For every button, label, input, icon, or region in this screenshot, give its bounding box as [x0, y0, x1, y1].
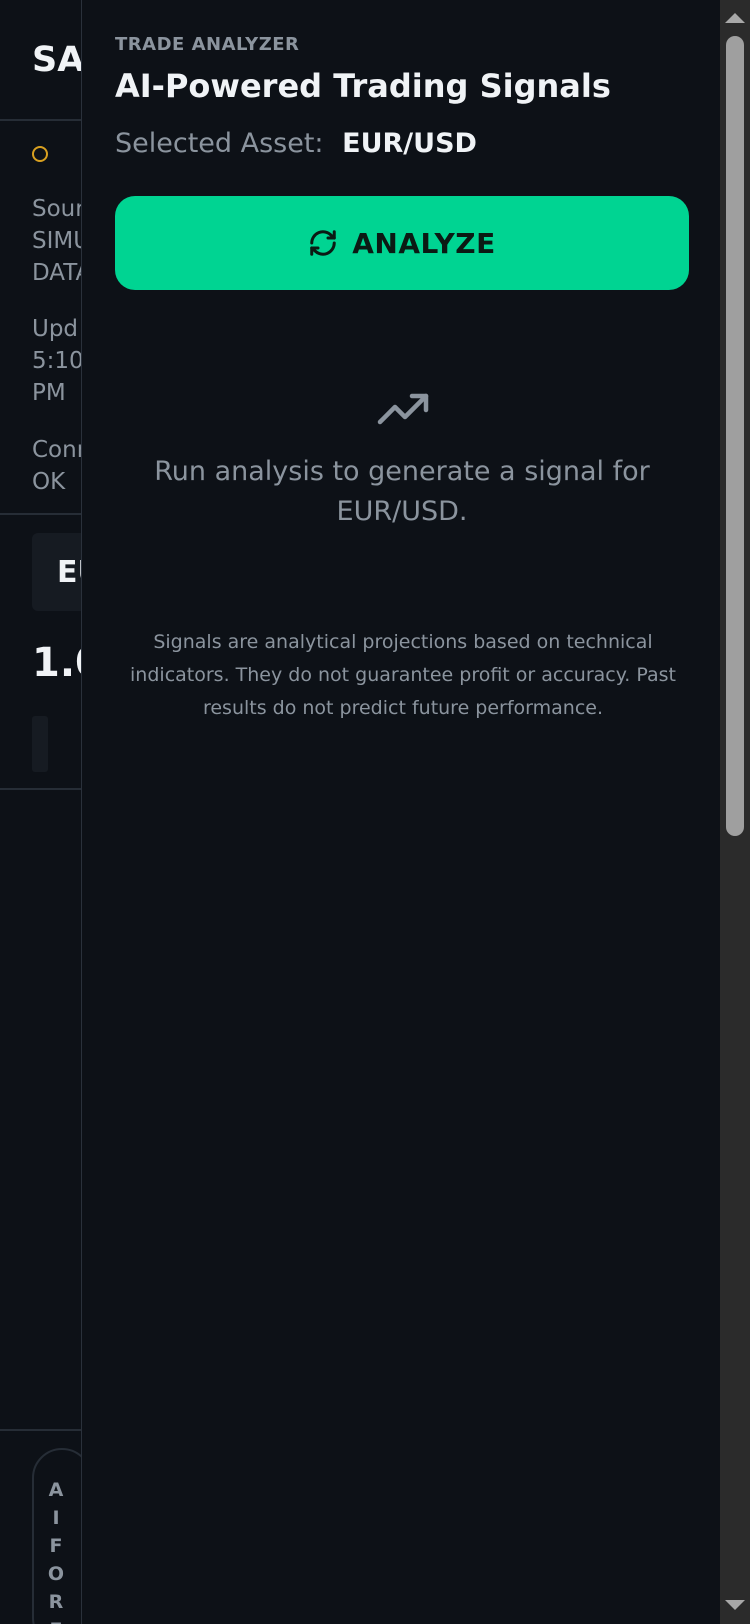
status-dot-icon: [32, 146, 48, 162]
asset-pair-card[interactable]: EU: [32, 533, 82, 611]
vertical-tab-letter: R: [48, 1591, 64, 1613]
divider: [0, 788, 82, 790]
selected-asset-label: Selected Asset:: [115, 128, 324, 159]
chart-placeholder: [32, 716, 48, 772]
vertical-tab-letter: A: [48, 1479, 64, 1501]
background-page: SAI Sour SIMU DATA Upd 5:10 PM Conn OK E…: [0, 0, 82, 1624]
vertical-tab-letter: I: [52, 1507, 60, 1529]
vertical-scrollbar[interactable]: [720, 0, 750, 1624]
empty-state-text: Run analysis to generate a signal for EU…: [154, 456, 650, 527]
ai-forecast-vertical-tab[interactable]: A I F O R E: [32, 1448, 82, 1624]
vertical-tab-letter: F: [49, 1535, 63, 1557]
analyze-button[interactable]: ANALYZE: [115, 196, 689, 290]
vertical-tab-letter: O: [47, 1563, 65, 1585]
scroll-down-arrow-icon[interactable]: [725, 1600, 745, 1610]
analyze-button-label: ANALYZE: [352, 226, 496, 260]
brand-title: SAI: [32, 40, 82, 80]
panel-eyebrow: TRADE ANALYZER: [115, 34, 300, 55]
asset-price: 1.0: [32, 640, 82, 686]
data-source-text: Sour SIMU DATA: [32, 196, 82, 286]
trade-analyzer-panel: TRADE ANALYZER AI-Powered Trading Signal…: [81, 0, 720, 1624]
trending-up-icon: [376, 390, 432, 426]
divider: [0, 513, 82, 515]
disclaimer-text: Signals are analytical projections based…: [130, 631, 676, 719]
divider: [0, 1429, 82, 1431]
connection-status-text: Conn OK: [32, 437, 82, 495]
divider: [0, 119, 82, 121]
refresh-icon: [308, 228, 338, 258]
updated-time-text: Upd 5:10 PM: [32, 316, 82, 406]
scroll-up-arrow-icon[interactable]: [725, 13, 745, 23]
panel-title: AI-Powered Trading Signals: [115, 67, 611, 105]
scrollbar-thumb[interactable]: [726, 36, 744, 836]
selected-asset-row: Selected Asset: EUR/USD: [115, 128, 477, 159]
vertical-tab-letter: E: [34, 1616, 78, 1624]
selected-asset-value: EUR/USD: [342, 128, 477, 159]
